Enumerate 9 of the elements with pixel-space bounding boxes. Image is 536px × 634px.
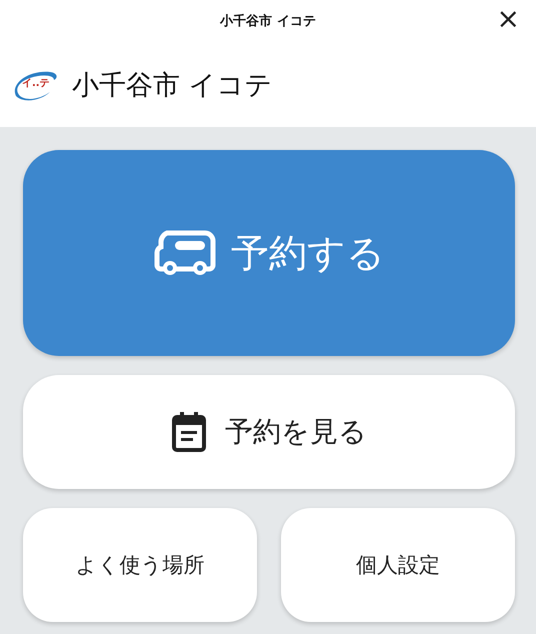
van-icon (153, 229, 217, 277)
favorite-places-button[interactable]: よく使う場所 (23, 508, 257, 622)
calendar-icon (171, 412, 207, 452)
window-title: 小千谷市 イコテ (220, 12, 316, 30)
personal-settings-button[interactable]: 個人設定 (281, 508, 515, 622)
reserve-button[interactable]: 予約する (23, 150, 515, 356)
view-reservations-button[interactable]: 予約を見る (23, 375, 515, 489)
app-title: 小千谷市 イコテ (72, 68, 273, 102)
close-button[interactable]: × (494, 4, 522, 34)
